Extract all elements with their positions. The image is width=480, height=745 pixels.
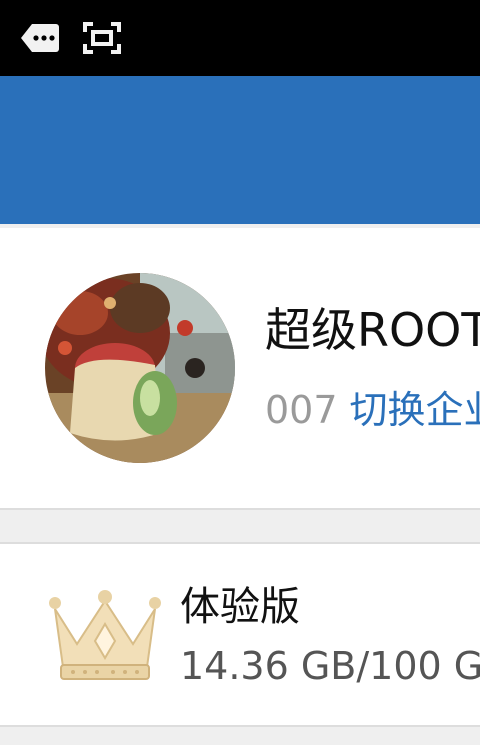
screenshot-icon[interactable] [82,20,122,56]
user-id: 007 [265,388,338,432]
switch-enterprise-link[interactable]: 切换企业 [350,388,480,432]
user-name: 超级ROOT [265,303,480,357]
plan-name: 体验版 [180,584,300,630]
avatar[interactable] [45,273,235,463]
user-info-line: 007 切换企业 [265,382,480,438]
profile-card[interactable]: 超级ROOT 007 切换企业 [0,228,480,510]
header-bar [0,76,480,224]
storage-usage: 14.36 GB/100 GB [180,644,480,688]
storage-card[interactable]: 体验版 14.36 GB/100 GB [0,542,480,727]
back-keyboard-icon[interactable] [20,20,60,56]
crown-icon [45,589,165,684]
status-bar [0,0,480,76]
